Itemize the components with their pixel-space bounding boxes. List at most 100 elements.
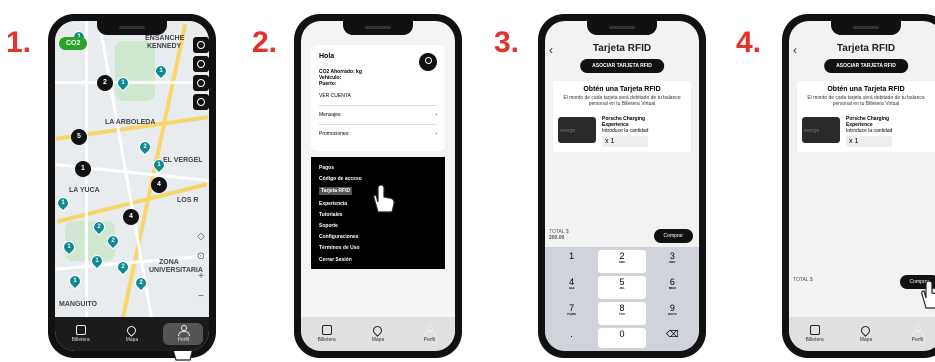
charger-pin[interactable]: 2 bbox=[136, 138, 154, 156]
key-4[interactable]: 4 GHI bbox=[548, 276, 595, 299]
offer-description: El monto de cada tarjeta será debitado d… bbox=[807, 95, 925, 107]
map-label-manguito: MANGUITO bbox=[59, 301, 97, 308]
charger-pin[interactable]: 1 bbox=[152, 62, 170, 80]
map-label-kennedy: KENNEDY bbox=[147, 43, 182, 50]
home-icon[interactable] bbox=[193, 94, 209, 110]
associate-rfid-button[interactable]: ASOCIAR TARJETA RFID bbox=[824, 59, 908, 73]
chevron-right-icon: › bbox=[435, 131, 437, 138]
menu-item-payments[interactable]: Pagos bbox=[319, 165, 437, 171]
tab-wallet[interactable]: Billetera bbox=[61, 325, 101, 343]
messages-row[interactable]: Mensajes: › bbox=[319, 105, 437, 124]
menu-item-rfid-card[interactable]: Tarjeta RFID bbox=[319, 187, 353, 196]
tab-bar: Billetera Mapa Perfil bbox=[55, 317, 209, 351]
map-label-vergel: EL VERGEL bbox=[163, 157, 203, 164]
key-6[interactable]: 6 MNO bbox=[649, 276, 696, 299]
zoom-in-icon[interactable]: + bbox=[195, 271, 207, 283]
phone-notch bbox=[587, 21, 657, 35]
product-row: evergo Porsche Charging Experience Intro… bbox=[558, 116, 686, 147]
avatar[interactable] bbox=[419, 53, 437, 71]
filter-icon[interactable] bbox=[193, 56, 209, 72]
key-1[interactable]: 1 bbox=[548, 250, 595, 273]
locate-icon[interactable]: ⊙ bbox=[195, 251, 207, 263]
key-0[interactable]: 0 bbox=[598, 328, 646, 348]
phone-notch bbox=[831, 21, 901, 35]
phone-map: ENSANCHE KENNEDY LA ARBOLEDA LA YUCA EL … bbox=[48, 14, 216, 361]
user-icon bbox=[424, 325, 437, 336]
tab-wallet[interactable]: Billetera bbox=[795, 325, 835, 343]
key-3[interactable]: 3 DEF bbox=[649, 250, 696, 273]
tab-bar: Billetera Mapa Perfil bbox=[789, 317, 935, 351]
wallet-icon bbox=[809, 325, 820, 335]
map-cluster[interactable]: 4 bbox=[151, 177, 167, 193]
quantity-hint: Introduce la cantidad bbox=[602, 128, 649, 134]
layers-icon[interactable]: ◇ bbox=[195, 231, 207, 243]
map-pin-icon bbox=[125, 323, 139, 337]
tab-profile[interactable]: Perfil bbox=[897, 325, 935, 343]
rfid-screen: ‹ Tarjeta RFID ASOCIAR TARJETA RFID Obté… bbox=[789, 21, 935, 351]
key-7[interactable]: 7 PQRS bbox=[548, 302, 595, 325]
tap-hand-icon bbox=[921, 280, 935, 309]
search-icon[interactable] bbox=[193, 37, 209, 53]
zoom-out-icon[interactable]: − bbox=[195, 291, 207, 303]
menu-item-settings[interactable]: Configuraciones bbox=[319, 234, 437, 240]
step-4-number: 4. bbox=[736, 26, 762, 59]
quantity-hint: Introduce la cantidad bbox=[846, 128, 893, 134]
map-cluster[interactable]: 4 bbox=[123, 209, 139, 225]
map-pin-icon bbox=[371, 323, 385, 337]
map-screen: ENSANCHE KENNEDY LA ARBOLEDA LA YUCA EL … bbox=[55, 21, 209, 351]
wallet-icon bbox=[75, 325, 86, 335]
charger-pin[interactable]: 1 bbox=[66, 272, 84, 290]
rfid-screen: ‹ Tarjeta RFID ASOCIAR TARJETA RFID Obté… bbox=[545, 21, 699, 351]
menu-item-support[interactable]: Soporte bbox=[319, 223, 437, 229]
wallet-icon bbox=[321, 325, 332, 335]
tap-hand-icon bbox=[373, 184, 395, 213]
key-9[interactable]: 9 WXYZ bbox=[649, 302, 696, 325]
quantity-field[interactable]: x 1 bbox=[602, 136, 648, 147]
map-view[interactable]: ENSANCHE KENNEDY LA ARBOLEDA LA YUCA EL … bbox=[55, 21, 209, 351]
buy-button[interactable]: Comprar bbox=[653, 229, 693, 243]
total-value: 200.00 bbox=[549, 235, 565, 241]
charger-pin[interactable]: 1 bbox=[55, 194, 72, 212]
rfid-offer-card: Obtén una Tarjeta RFID El monto de cada … bbox=[797, 81, 935, 152]
tab-map[interactable]: Mapa bbox=[358, 323, 398, 343]
menu-item-access-code[interactable]: Código de acceso bbox=[319, 176, 437, 182]
co2-badge[interactable]: CO2 bbox=[59, 37, 88, 50]
map-pin-icon bbox=[859, 323, 873, 337]
product-row: evergo Porsche Charging Experience Intro… bbox=[802, 116, 930, 147]
tab-map[interactable]: Mapa bbox=[846, 323, 886, 343]
chevron-right-icon: › bbox=[435, 112, 437, 119]
tab-map[interactable]: Mapa bbox=[112, 323, 152, 343]
menu-item-logout[interactable]: Cerrar Sesión bbox=[319, 257, 437, 263]
numeric-keypad: 1 2 ABC 3 DEF 4 GHI 5 JKL 6 MNO 7 PQRS 8 TUV 9W… bbox=[545, 247, 699, 351]
phone-notch bbox=[97, 21, 167, 35]
qr-icon[interactable] bbox=[193, 75, 209, 91]
offer-heading: Obtén una Tarjeta RFID bbox=[583, 86, 661, 93]
key-decimal[interactable]: . bbox=[548, 328, 595, 348]
page-title: Tarjeta RFID bbox=[836, 43, 896, 54]
tab-profile[interactable]: Perfil bbox=[163, 323, 204, 345]
phone-profile-menu: Hola CO2 Ahorrado: kg Vehículo: Puerto: … bbox=[294, 14, 462, 358]
map-label-ensanche: ENSANCHE bbox=[145, 35, 185, 42]
step-2-number: 2. bbox=[252, 26, 278, 59]
card-image: evergo bbox=[558, 117, 596, 143]
offer-heading: Obtén una Tarjeta RFID bbox=[827, 86, 905, 93]
associate-rfid-button[interactable]: ASOCIAR TARJETA RFID bbox=[580, 59, 664, 73]
map-cluster[interactable]: 2 bbox=[97, 75, 113, 91]
key-8[interactable]: 8 TUV bbox=[598, 302, 646, 325]
map-cluster[interactable]: 5 bbox=[71, 129, 87, 145]
view-account-link[interactable]: VER CUENTA bbox=[319, 93, 437, 99]
port-label: Puerto: bbox=[319, 80, 337, 87]
promotions-row[interactable]: Promociones: › bbox=[319, 124, 437, 143]
tab-wallet[interactable]: Billetera bbox=[307, 325, 347, 343]
menu-item-terms[interactable]: Términos de Uso bbox=[319, 245, 437, 251]
offer-description: El monto de cada tarjeta será debitado d… bbox=[563, 95, 681, 107]
tab-bar: Billetera Mapa Perfil bbox=[301, 317, 455, 351]
key-5[interactable]: 5 JKL bbox=[598, 276, 646, 299]
quantity-field[interactable]: x 1 bbox=[846, 136, 892, 147]
tab-profile[interactable]: Perfil bbox=[409, 325, 449, 343]
key-2[interactable]: 2 ABC bbox=[598, 250, 646, 273]
map-cluster[interactable]: 1 bbox=[75, 161, 91, 177]
phone-notch bbox=[343, 21, 413, 35]
backspace-icon[interactable]: ⌫ bbox=[649, 328, 696, 348]
map-label-zona: ZONA bbox=[159, 259, 179, 266]
